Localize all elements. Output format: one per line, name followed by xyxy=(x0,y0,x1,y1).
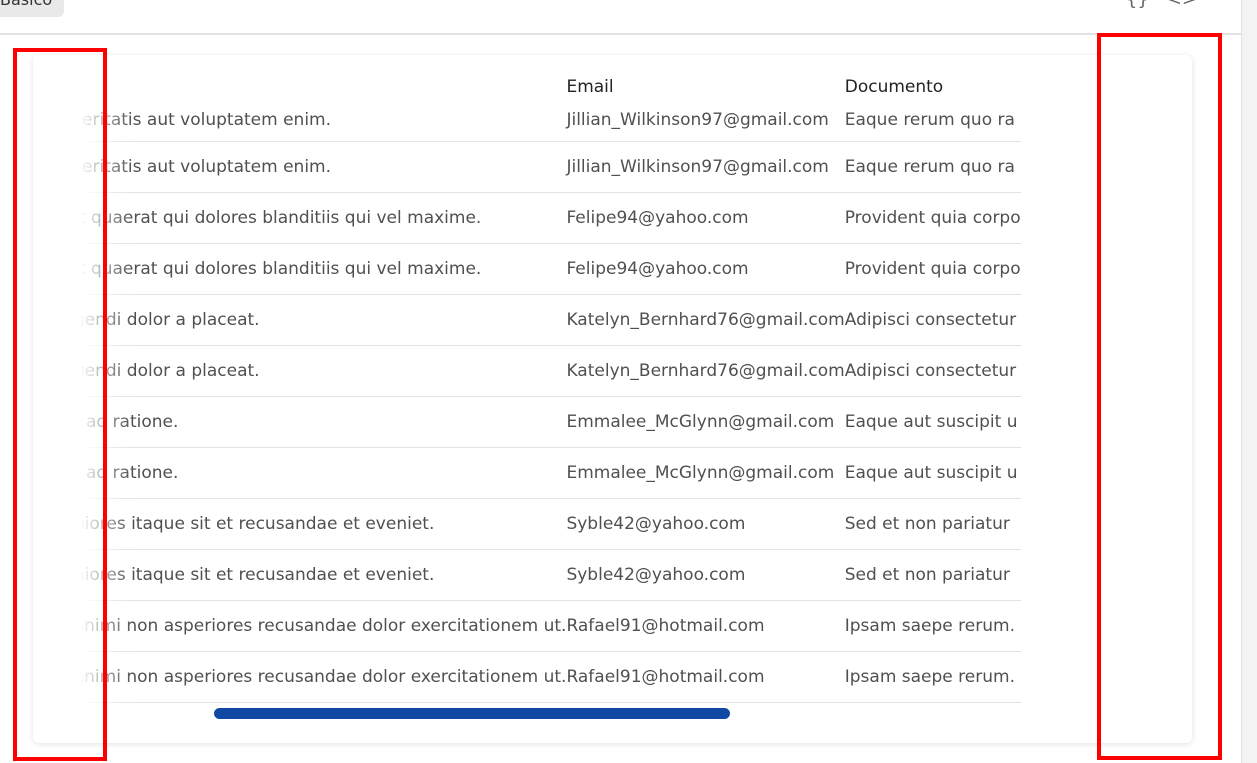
table-row[interactable]: nit est quaerat qui dolores blanditiis q… xyxy=(82,192,1021,244)
cell-documento: Sed et non pariatur xyxy=(844,549,1021,601)
vertical-scrollbar-track[interactable] xyxy=(1241,0,1257,763)
table-viewport[interactable]: me Email Documento erat veritatis aut vo… xyxy=(82,55,1176,755)
cell-documento: Eaque rerum quo ra xyxy=(844,141,1021,193)
cell-email: Felipe94@yahoo.com xyxy=(566,243,845,295)
cell-nome: tis maiores itaque sit et recusandae et … xyxy=(82,498,567,550)
column-header-nome[interactable]: me xyxy=(82,71,566,106)
table-row[interactable]: tis maiores itaque sit et recusandae et … xyxy=(82,498,1021,550)
cell-email: Rafael91@hotmail.com xyxy=(566,600,845,652)
cell-documento: Eaque aut suscipit u xyxy=(844,447,1021,499)
cell-email: Jillian_Wilkinson97@gmail.com xyxy=(566,106,845,142)
tab-label: Básico xyxy=(0,0,52,9)
table-row[interactable]: ores animi non asperiores recusandae dol… xyxy=(82,651,1021,703)
table-card: me Email Documento erat veritatis aut vo… xyxy=(33,55,1192,743)
cell-email: Jillian_Wilkinson97@gmail.com xyxy=(566,141,845,193)
data-table: me Email Documento erat veritatis aut vo… xyxy=(82,71,1021,703)
cell-documento: Provident quia corpo xyxy=(844,192,1021,244)
cell-email: Felipe94@yahoo.com xyxy=(566,192,845,244)
cell-email: Emmalee_McGlynn@gmail.com xyxy=(566,396,845,448)
cell-nome: erat veritatis aut voluptatem enim. xyxy=(82,106,567,142)
horizontal-scrollbar-thumb[interactable] xyxy=(214,708,730,719)
column-header-email[interactable]: Email xyxy=(566,71,844,106)
table-row[interactable]: quam ad ratione.Emmalee_McGlynn@gmail.co… xyxy=(82,447,1021,499)
cell-email: Emmalee_McGlynn@gmail.com xyxy=(566,447,845,499)
cell-email: Katelyn_Bernhard76@gmail.com xyxy=(566,345,845,397)
table-row[interactable]: quam ad ratione.Emmalee_McGlynn@gmail.co… xyxy=(82,396,1021,448)
cell-email: Syble42@yahoo.com xyxy=(566,498,845,550)
cell-email: Rafael91@hotmail.com xyxy=(566,651,845,703)
cell-nome: erat veritatis aut voluptatem enim. xyxy=(82,141,567,193)
cell-documento: Adipisci consectetur xyxy=(844,345,1021,397)
braces-icon[interactable]: {} xyxy=(1126,0,1149,10)
toolbar-icons: {} <> xyxy=(1126,0,1197,10)
cell-nome: m eligendi dolor a placeat. xyxy=(82,345,567,397)
cell-documento: Ipsam saepe rerum. xyxy=(844,651,1021,703)
table-row[interactable]: ores animi non asperiores recusandae dol… xyxy=(82,600,1021,652)
column-header-documento[interactable]: Documento xyxy=(845,71,1021,106)
table-row[interactable]: m eligendi dolor a placeat.Katelyn_Bernh… xyxy=(82,345,1021,397)
table-row[interactable]: erat veritatis aut voluptatem enim.Jilli… xyxy=(82,106,1021,142)
tab-basico[interactable]: Básico xyxy=(0,0,65,17)
table-row[interactable]: erat veritatis aut voluptatem enim.Jilli… xyxy=(82,141,1021,193)
cell-documento: Eaque rerum quo ra xyxy=(844,106,1021,142)
cell-email: Syble42@yahoo.com xyxy=(566,549,845,601)
cell-documento: Ipsam saepe rerum. xyxy=(844,600,1021,652)
code-icon[interactable]: <> xyxy=(1167,0,1197,10)
cell-documento: Adipisci consectetur xyxy=(844,294,1021,346)
cell-nome: m eligendi dolor a placeat. xyxy=(82,294,567,346)
table-row[interactable]: m eligendi dolor a placeat.Katelyn_Bernh… xyxy=(82,294,1021,346)
cell-nome: tis maiores itaque sit et recusandae et … xyxy=(82,549,567,601)
cell-nome: nit est quaerat qui dolores blanditiis q… xyxy=(82,243,567,295)
cell-documento: Provident quia corpo xyxy=(844,243,1021,295)
table-row[interactable]: tis maiores itaque sit et recusandae et … xyxy=(82,549,1021,601)
cell-nome: nit est quaerat qui dolores blanditiis q… xyxy=(82,192,567,244)
cell-documento: Sed et non pariatur xyxy=(844,498,1021,550)
cell-nome: quam ad ratione. xyxy=(82,447,567,499)
table-row[interactable]: nit est quaerat qui dolores blanditiis q… xyxy=(82,243,1021,295)
cell-documento: Eaque aut suscipit u xyxy=(844,396,1021,448)
cell-email: Katelyn_Bernhard76@gmail.com xyxy=(566,294,845,346)
cell-nome: quam ad ratione. xyxy=(82,396,567,448)
cell-nome: ores animi non asperiores recusandae dol… xyxy=(82,600,567,652)
top-toolbar: Básico {} <> xyxy=(0,0,1241,35)
cell-nome: ores animi non asperiores recusandae dol… xyxy=(82,651,567,703)
table-header-row: me Email Documento xyxy=(82,71,1021,106)
